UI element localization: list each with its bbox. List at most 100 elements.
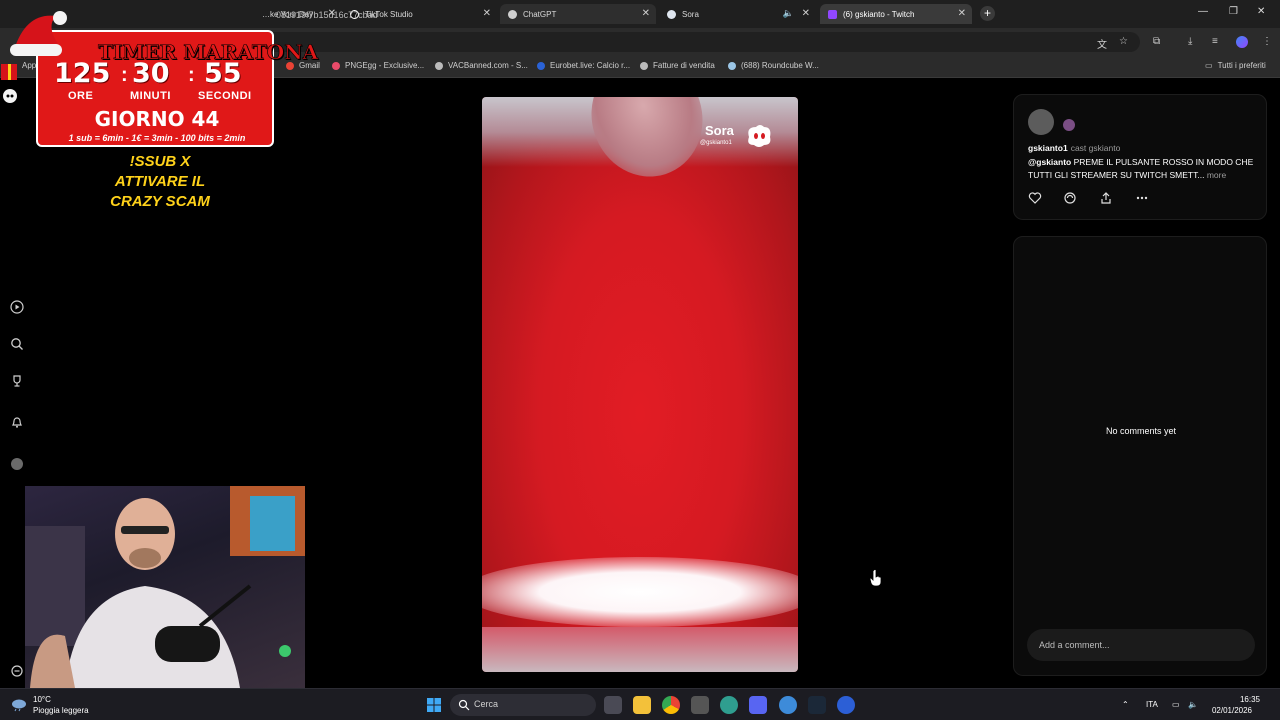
mention-link[interactable]: @gskianto <box>1028 157 1071 167</box>
bookmark-app[interactable]: App <box>22 61 36 70</box>
extensions-icon[interactable]: ⧉ <box>1153 36 1160 47</box>
speaker-icon[interactable]: 🔈 <box>783 8 794 19</box>
windows-start-icon[interactable] <box>427 698 441 712</box>
minimize-icon[interactable]: — <box>1198 6 1208 17</box>
clock-date[interactable]: 02/01/2026 <box>1206 706 1252 715</box>
sub-command-line: !SSUB X <box>129 153 191 170</box>
bookmark-vacbanned[interactable]: VACBanned.com - S... <box>435 61 528 70</box>
network-icon[interactable]: ▭ <box>1172 700 1180 709</box>
bookmark-all-favorites[interactable]: ▭ Tutti i preferiti <box>1205 61 1266 70</box>
language-indicator[interactable]: ITA <box>1146 700 1158 709</box>
menu-list-icon[interactable]: ≡ <box>1212 36 1218 47</box>
restore-icon[interactable]: ❐ <box>1229 6 1238 17</box>
share-icon[interactable] <box>1099 191 1113 205</box>
empty-comments-text: No comments yet <box>1105 426 1177 436</box>
webcam-feed <box>25 486 305 688</box>
close-icon[interactable]: ✕ <box>483 8 491 20</box>
hand-cursor-icon <box>869 569 882 587</box>
post-card: gskianto1 cast gskianto @gskianto PREME I… <box>1013 94 1267 220</box>
sora-icon <box>667 9 676 19</box>
bookmark-fatture[interactable]: Fatture di vendita <box>640 61 715 70</box>
bookmark-label: App <box>22 61 37 70</box>
browser-tab-strip: …ke Your Day ✕ TikTok Studio ✕ ChatGPT ✕… <box>0 0 1280 28</box>
close-window-icon[interactable]: ✕ <box>1257 6 1265 17</box>
steam-icon[interactable] <box>808 696 826 714</box>
sub-command-line: CRAZY SCAM <box>110 193 210 210</box>
volume-icon[interactable]: 🔈 <box>1188 700 1198 709</box>
task-view-icon[interactable] <box>604 696 622 714</box>
more-icon[interactable] <box>1135 191 1149 205</box>
comments-panel: No comments yet <box>1013 236 1267 676</box>
heart-icon[interactable] <box>1028 191 1042 205</box>
trophy-icon[interactable] <box>10 374 24 388</box>
profile-avatar[interactable] <box>1236 36 1248 48</box>
windows-taskbar: 10°C Pioggia leggera Cerca ⌃ ITA ▭ 🔈 16:… <box>0 688 1280 720</box>
video-frame <box>482 627 798 672</box>
timer-seconds: 55 <box>204 58 242 89</box>
gift-icon <box>1 64 17 103</box>
tab-sora[interactable]: Sora 🔈 ✕ <box>659 4 816 24</box>
comment-input[interactable] <box>1027 629 1255 661</box>
taskbar-search[interactable]: Cerca <box>450 694 596 716</box>
more-link[interactable]: more <box>1207 170 1226 180</box>
app-icon[interactable] <box>691 696 709 714</box>
sora-logo-icon <box>748 125 771 147</box>
author-name[interactable]: gskianto1 <box>1028 143 1068 153</box>
eurobet-icon <box>537 61 545 70</box>
app-icon[interactable] <box>720 696 738 714</box>
settings-icon[interactable] <box>10 664 24 678</box>
video-frame <box>482 557 798 627</box>
pngegg-icon <box>332 61 340 70</box>
folder-icon: ▭ <box>1205 61 1213 70</box>
search-icon[interactable] <box>10 337 24 351</box>
bookmark-label: (688) Roundcube W... <box>741 61 819 70</box>
roundcube-icon <box>728 61 736 70</box>
santa-hat-icon <box>10 11 67 56</box>
tab-label: ChatGPT <box>523 9 557 19</box>
weather-description[interactable]: Pioggia leggera <box>33 706 89 715</box>
kebab-menu-icon[interactable]: ⋮ <box>1262 36 1272 47</box>
download-icon[interactable]: ⤓ <box>1188 36 1192 47</box>
translate-icon[interactable]: 文 <box>1097 36 1107 51</box>
profile-icon[interactable] <box>10 457 24 471</box>
bookmark-label: Tutti i preferiti <box>1217 61 1266 70</box>
chrome-icon[interactable] <box>662 696 680 714</box>
tab-twitch[interactable]: (6) gskianto - Twitch ✕ <box>820 4 972 24</box>
cast-avatar[interactable] <box>1063 119 1075 131</box>
new-tab-button[interactable]: + <box>980 6 995 21</box>
globe-icon <box>435 61 443 70</box>
seconds-label: SECONDI <box>198 90 252 102</box>
discord-icon[interactable] <box>749 696 767 714</box>
close-icon[interactable]: ✕ <box>642 8 650 20</box>
video-player[interactable]: Sora @gskianto1 <box>482 97 798 672</box>
bookmark-pngegg[interactable]: PNGEgg - Exclusive... <box>332 61 424 70</box>
screen: …ke Your Day ✕ TikTok Studio ✕ ChatGPT ✕… <box>0 0 1280 720</box>
weather-temperature[interactable]: 10°C <box>33 695 51 704</box>
close-icon[interactable]: ✕ <box>802 8 810 20</box>
close-icon[interactable]: ✕ <box>958 8 966 20</box>
app-icon[interactable] <box>837 696 855 714</box>
file-explorer-icon[interactable] <box>633 696 651 714</box>
bell-icon[interactable] <box>10 415 24 429</box>
star-icon[interactable]: ☆ <box>1119 36 1128 47</box>
avatar[interactable] <box>1028 109 1054 135</box>
hours-label: ORE <box>68 90 94 102</box>
post-author: gskianto1 cast gskianto <box>1028 143 1120 153</box>
clock-time[interactable]: 16:35 <box>1216 695 1260 704</box>
url-text[interactable]: 081919f7b15d16c77cbad <box>276 10 378 20</box>
tab-chatgpt[interactable]: ChatGPT ✕ <box>500 4 656 24</box>
rain-cloud-icon[interactable] <box>10 698 28 712</box>
app-icon[interactable] <box>779 696 797 714</box>
bookmark-eurobet[interactable]: Eurobet.live: Calcio r... <box>537 61 630 70</box>
play-icon[interactable] <box>10 300 24 314</box>
remix-icon[interactable] <box>1063 191 1077 205</box>
chevron-up-icon[interactable]: ⌃ <box>1122 700 1129 709</box>
bookmark-label: Fatture di vendita <box>653 61 715 70</box>
timer-separator: : <box>121 64 128 86</box>
bookmark-label: VACBanned.com - S... <box>448 61 528 70</box>
tab-label: TikTok Studio <box>365 9 413 19</box>
globe-icon <box>640 61 648 70</box>
bookmark-roundcube[interactable]: (688) Roundcube W... <box>728 61 819 70</box>
timer-rates: 1 sub = 6min - 1€ = 3min - 100 bits = 2m… <box>68 133 246 143</box>
minutes-label: MINUTI <box>130 90 171 102</box>
